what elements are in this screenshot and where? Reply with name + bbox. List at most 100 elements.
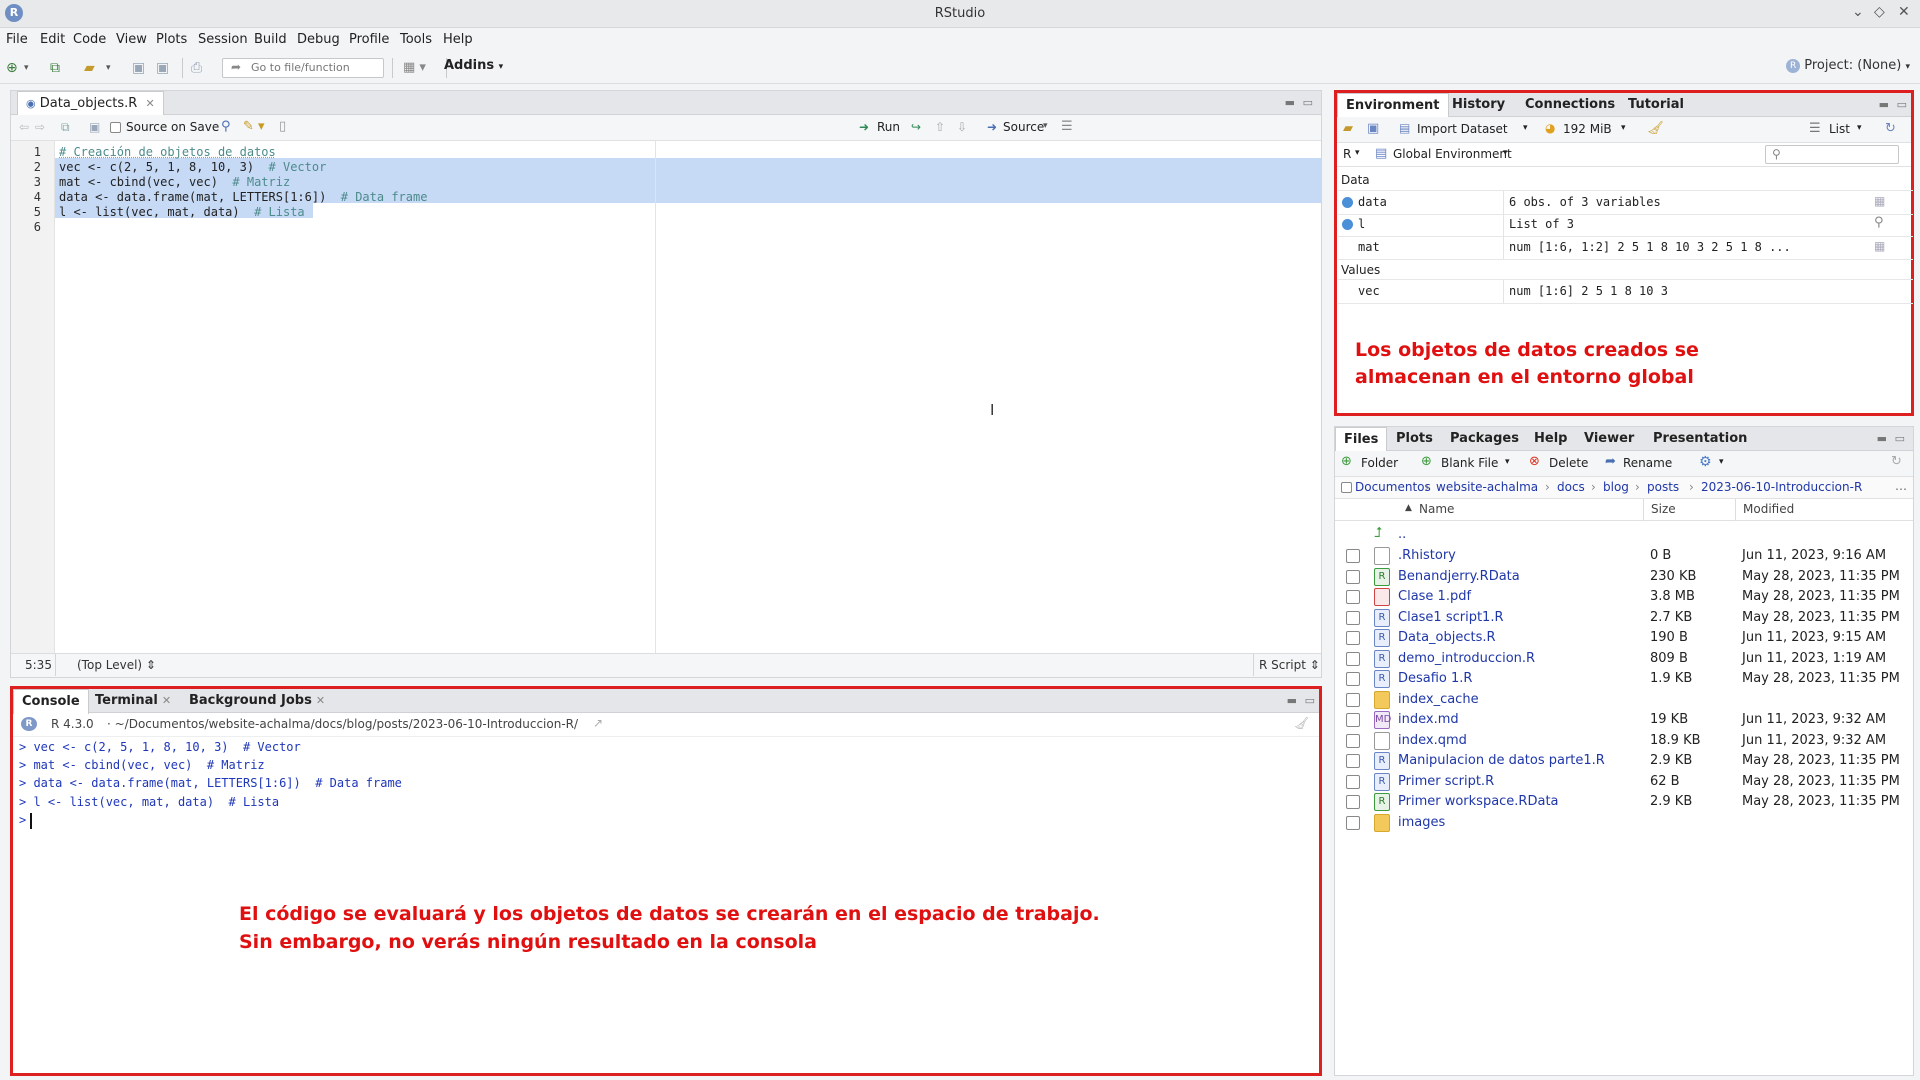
menu-file[interactable]: File (6, 32, 28, 47)
file-checkbox[interactable] (1346, 795, 1360, 809)
addins-menu[interactable]: Addins ▾ (444, 58, 503, 73)
language-selector[interactable]: R (1343, 147, 1351, 161)
scope-dropdown-icon[interactable]: ▾ (1503, 148, 1508, 158)
search-icon[interactable]: ⚲ (221, 119, 231, 134)
maximize-icon[interactable]: ◇ (1874, 4, 1885, 20)
env-row-data[interactable]: data 6 obs. of 3 variables ▦ (1338, 190, 1913, 215)
breadcrumb-item[interactable]: blog (1603, 480, 1629, 494)
import-dropdown-icon[interactable]: ▾ (1523, 123, 1528, 133)
file-name-link[interactable]: .Rhistory (1398, 548, 1456, 563)
file-checkbox[interactable] (1346, 569, 1360, 584)
compile-report-icon[interactable]: ▯ (279, 119, 286, 134)
view-table-icon[interactable]: ▦ (1874, 194, 1885, 208)
load-workspace-icon[interactable]: ▰ (1343, 121, 1353, 136)
parent-directory-link[interactable]: .. (1398, 527, 1406, 542)
breadcrumb-item[interactable]: posts (1647, 480, 1679, 494)
new-file-dropdown-icon[interactable]: ▾ (24, 60, 29, 76)
menu-session[interactable]: Session (198, 32, 248, 47)
import-dataset-button[interactable]: Import Dataset (1417, 122, 1508, 136)
close-tab-icon[interactable]: ✕ (145, 97, 154, 110)
file-name-link[interactable]: demo_introduccion.R (1398, 651, 1535, 666)
file-checkbox[interactable] (1346, 631, 1360, 645)
minimize-pane-icon[interactable]: ▬ (1877, 432, 1887, 445)
file-checkbox[interactable] (1346, 733, 1360, 748)
file-name-link[interactable]: index_cache (1398, 692, 1479, 707)
rename-button[interactable]: Rename (1623, 456, 1672, 470)
file-name-link[interactable]: images (1398, 815, 1445, 830)
delete-button[interactable]: Delete (1549, 456, 1588, 470)
menu-build[interactable]: Build (254, 32, 287, 47)
goto-directory-icon[interactable]: ↗ (593, 716, 603, 730)
open-file-dropdown-icon[interactable]: ▾ (106, 60, 111, 76)
more-path-icon[interactable]: … (1895, 479, 1907, 493)
save-icon[interactable]: ▣ (132, 60, 145, 76)
menu-profile[interactable]: Profile (349, 32, 389, 47)
file-checkbox[interactable] (1346, 713, 1360, 727)
file-name-link[interactable]: Clase1 script1.R (1398, 610, 1504, 625)
breadcrumb-item[interactable]: docs (1557, 480, 1585, 494)
menu-plots[interactable]: Plots (156, 32, 187, 47)
file-row[interactable]: images (1336, 811, 1914, 836)
tab-terminal[interactable]: Terminal ✕ (87, 689, 179, 713)
show-in-window-icon[interactable]: ⧉ (61, 120, 70, 135)
new-file-icon[interactable]: ⊕ (6, 60, 18, 76)
maximize-pane-icon[interactable]: ▭ (1895, 432, 1905, 445)
blank-file-dropdown-icon[interactable]: ▾ (1505, 457, 1510, 467)
file-name-link[interactable]: Primer workspace.RData (1398, 794, 1559, 809)
file-name-link[interactable]: Primer script.R (1398, 774, 1494, 789)
file-checkbox[interactable] (1346, 692, 1360, 707)
tab-help[interactable]: Help (1526, 427, 1575, 451)
menu-view[interactable]: View (116, 32, 147, 47)
file-checkbox[interactable] (1346, 672, 1360, 686)
environment-search-input[interactable]: ⚲ (1765, 145, 1899, 164)
tab-data-objects-r[interactable]: ◉ Data_objects.R ✕ (17, 91, 164, 116)
menu-help[interactable]: Help (443, 32, 473, 47)
tab-background-jobs[interactable]: Background Jobs ✕ (181, 689, 333, 713)
run-button[interactable]: Run (877, 120, 900, 134)
maximize-pane-icon[interactable]: ▭ (1897, 98, 1907, 111)
file-name-link[interactable]: Benandjerry.RData (1398, 569, 1520, 584)
menu-code[interactable]: Code (73, 32, 106, 47)
file-type-selector[interactable]: R Script ⇕ (1259, 658, 1320, 672)
expand-icon[interactable] (1342, 219, 1353, 230)
file-name-link[interactable]: index.md (1398, 712, 1459, 727)
project-menu[interactable]: R Project: (None) ▾ (1786, 58, 1910, 73)
file-checkbox[interactable] (1346, 754, 1360, 768)
file-name-link[interactable]: Desafio 1.R (1398, 671, 1472, 686)
forward-icon[interactable]: ⇨ (35, 120, 45, 134)
print-icon[interactable]: ⎙ (191, 60, 202, 76)
open-file-icon[interactable]: ▰ (84, 60, 95, 76)
clear-console-icon[interactable]: 🧹︎ (1294, 716, 1309, 730)
back-icon[interactable]: ⇦ (19, 120, 29, 134)
blank-file-button[interactable]: Blank File (1441, 456, 1498, 470)
new-folder-button[interactable]: Folder (1361, 456, 1398, 470)
tab-packages[interactable]: Packages (1442, 427, 1527, 451)
minimize-pane-icon[interactable]: ▬ (1285, 96, 1295, 109)
file-name-link[interactable]: Clase 1.pdf (1398, 589, 1471, 604)
tab-console[interactable]: Console (13, 689, 89, 714)
file-checkbox[interactable] (1346, 549, 1360, 563)
tab-tutorial[interactable]: Tutorial (1620, 93, 1692, 117)
file-checkbox[interactable] (1346, 815, 1360, 830)
code-area[interactable]: # Creación de objetos de datos vec <- c(… (55, 141, 1321, 653)
menu-edit[interactable]: Edit (40, 32, 65, 47)
code-tools-wand-icon[interactable]: ✎ ▾ (243, 119, 265, 134)
scope-selector[interactable]: (Top Level) ⇕ (77, 658, 156, 672)
goto-file-input[interactable]: ➦ Go to file/function (222, 58, 384, 78)
source-on-save-checkbox[interactable] (110, 122, 121, 133)
tab-presentation[interactable]: Presentation (1645, 427, 1755, 451)
close-icon[interactable]: ✕ (1898, 4, 1910, 20)
pane-layout-icon[interactable]: ▦ ▾ (403, 60, 426, 75)
file-checkbox[interactable] (1346, 774, 1360, 789)
view-table-icon[interactable]: ▦ (1874, 239, 1885, 253)
more-dropdown-icon[interactable]: ▾ (1719, 457, 1724, 467)
menu-tools[interactable]: Tools (400, 32, 432, 47)
tab-plots[interactable]: Plots (1388, 427, 1441, 451)
tab-files[interactable]: Files (1335, 427, 1388, 452)
env-row-mat[interactable]: mat num [1:6, 1:2] 2 5 1 8 10 3 2 5 1 8 … (1338, 236, 1913, 260)
maximize-pane-icon[interactable]: ▭ (1303, 96, 1313, 109)
breadcrumb-item[interactable]: website-achalma (1436, 480, 1538, 494)
save-workspace-icon[interactable]: ▣ (1367, 121, 1379, 136)
refresh-icon[interactable]: ↻ (1885, 121, 1896, 136)
go-down-icon[interactable]: ⇩ (957, 120, 967, 134)
